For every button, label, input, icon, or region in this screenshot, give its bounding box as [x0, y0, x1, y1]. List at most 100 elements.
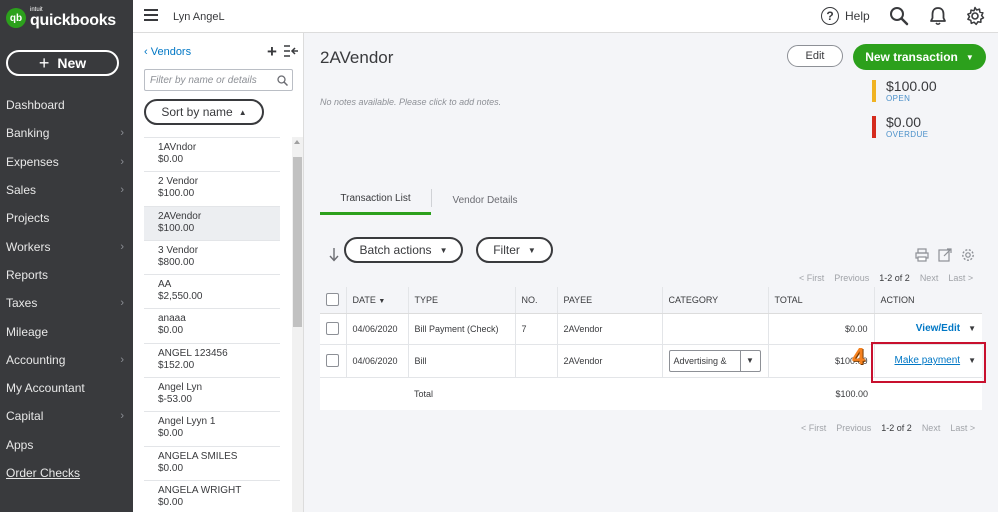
tab-vendor-details[interactable]: Vendor Details [432, 185, 538, 215]
caret-up-icon: ▲ [238, 107, 247, 117]
nav-item-label: My Accountant [6, 381, 85, 396]
batch-actions-button[interactable]: Batch actions ▼ [344, 237, 463, 263]
pager-range: 1-2 of 2 [881, 423, 912, 433]
arrow-down-icon[interactable] [329, 248, 339, 262]
vendor-list-item[interactable]: ANGEL 123456 $152.00 [144, 342, 280, 377]
vendor-list-item[interactable]: AA $2,550.00 [144, 274, 280, 308]
vendor-amount: $0.00 [158, 428, 184, 440]
cell-no [515, 344, 558, 378]
caret-down-icon[interactable]: ▼ [968, 324, 976, 333]
nav-item-capital[interactable]: Capital › [0, 402, 133, 430]
pager-previous[interactable]: Previous [834, 273, 869, 283]
nav-item-expenses[interactable]: Expenses › [0, 148, 133, 176]
nav-item-reports[interactable]: Reports [0, 261, 133, 289]
vendor-amount: $0.00 [158, 154, 184, 165]
vendor-list-item[interactable]: Angel Lyyn 1 $0.00 [144, 411, 280, 445]
vendor-amount: $0.00 [158, 325, 184, 337]
vendor-list-item[interactable]: ANGELA WRIGHT $0.00 [144, 479, 280, 512]
column-header-category[interactable]: CATEGORY [662, 287, 769, 314]
vendor-list-panel: ‹ Vendors + Sort by name ▲ 1AVndor$0.00 … [133, 33, 304, 512]
row-checkbox[interactable] [326, 354, 339, 367]
scrollbar-thumb[interactable] [293, 157, 302, 327]
nav-item-taxes[interactable]: Taxes › [0, 289, 133, 317]
add-vendor-icon[interactable]: + [267, 42, 277, 62]
edit-button[interactable]: Edit [787, 45, 843, 67]
column-header-date[interactable]: DATE ▼ [346, 287, 409, 314]
pager-first[interactable]: < First [801, 423, 826, 433]
pager-next[interactable]: Next [920, 273, 939, 283]
open-label: OPEN [886, 94, 911, 103]
nav-item-order-checks[interactable]: Order Checks [0, 459, 133, 487]
vendor-list-item[interactable]: anaaa $0.00 [144, 308, 280, 342]
category-select[interactable]: Advertising & ▼ [668, 349, 761, 372]
vendor-name: anaaa [158, 313, 186, 325]
vendor-list-item[interactable]: 1AVndor $0.00 [144, 137, 280, 171]
vendor-name: AA [158, 279, 172, 291]
back-to-vendors-link[interactable]: ‹ Vendors [144, 46, 191, 58]
search-icon[interactable] [889, 6, 909, 26]
chevron-right-icon: › [120, 410, 124, 423]
print-icon[interactable] [915, 248, 929, 262]
hamburger-menu-icon[interactable] [144, 9, 158, 21]
new-button-label: New [57, 55, 87, 71]
table-row[interactable]: 04/06/2020 Bill Payment (Check) 7 2AVend… [320, 313, 982, 345]
column-header-total[interactable]: TOTAL [768, 287, 875, 314]
pager-last[interactable]: Last > [950, 423, 975, 433]
nav-item-banking[interactable]: Banking › [0, 119, 133, 147]
scroll-up-arrow-icon[interactable] [294, 140, 300, 144]
column-header-no[interactable]: NO. [515, 287, 558, 314]
total-label: Total [414, 388, 434, 399]
cell-category: Advertising & ▼ [662, 344, 769, 378]
select-all-cell [320, 287, 347, 314]
collapse-panel-icon[interactable] [284, 45, 298, 57]
nav-item-my-accountant[interactable]: My Accountant [0, 374, 133, 402]
new-button[interactable]: + New [6, 50, 119, 76]
vendor-name: ANGELA WRIGHT [158, 484, 242, 496]
pagination-top: < First Previous 1-2 of 2 Next Last > [799, 273, 973, 283]
column-header-type[interactable]: TYPE [408, 287, 516, 314]
vendor-filter-input[interactable] [144, 69, 293, 91]
date-header-label: DATE [352, 294, 376, 305]
gear-icon[interactable] [965, 6, 985, 26]
quickbooks-logo[interactable]: qb intuit quickbooks [6, 7, 116, 29]
chevron-right-icon: › [120, 297, 124, 310]
vendor-list-item[interactable]: 3 Vendor $800.00 [144, 239, 280, 274]
pager-last[interactable]: Last > [948, 273, 973, 283]
pager-first[interactable]: < First [799, 273, 824, 283]
overdue-indicator-bar [872, 116, 876, 138]
column-header-payee[interactable]: PAYEE [557, 287, 663, 314]
nav-item-label: Sales [6, 183, 37, 198]
vendor-list-item[interactable]: ANGELA SMILES $0.00 [144, 445, 280, 480]
settings-gear-icon[interactable] [961, 248, 975, 262]
nav-item-projects[interactable]: Projects [0, 204, 133, 232]
sort-by-name-button[interactable]: Sort by name ▲ [144, 99, 264, 125]
vendor-list-item[interactable]: Angel Lyn $-53.00 [144, 377, 280, 411]
export-icon[interactable] [938, 248, 952, 262]
pager-previous[interactable]: Previous [836, 423, 871, 433]
view-edit-link[interactable]: View/Edit [916, 323, 960, 334]
nav-item-label: Workers [6, 239, 51, 254]
vendor-list-scrollbar[interactable] [292, 137, 303, 512]
sort-desc-icon: ▼ [378, 297, 386, 305]
new-transaction-button[interactable]: New transaction ▼ [853, 44, 986, 70]
vendor-list-item-selected[interactable]: 2AVendor $100.00 [144, 205, 280, 240]
filter-button[interactable]: Filter ▼ [476, 237, 553, 263]
nav-item-dashboard[interactable]: Dashboard [0, 91, 133, 119]
pager-next[interactable]: Next [922, 423, 941, 433]
caret-down-icon[interactable]: ▼ [739, 350, 760, 371]
select-all-checkbox[interactable] [326, 293, 339, 307]
cell-type: Bill [408, 344, 516, 378]
vendor-amount: $152.00 [158, 359, 195, 371]
tab-transaction-list[interactable]: Transaction List [320, 185, 431, 215]
row-checkbox[interactable] [326, 322, 339, 335]
vendor-notes[interactable]: No notes available. Please click to add … [320, 97, 501, 107]
nav-item-label: Reports [6, 267, 49, 282]
nav-item-apps[interactable]: Apps [0, 431, 133, 459]
bell-icon[interactable] [928, 6, 948, 26]
help-button[interactable]: ? Help [821, 7, 870, 25]
nav-item-mileage[interactable]: Mileage [0, 317, 133, 345]
nav-item-accounting[interactable]: Accounting › [0, 346, 133, 374]
vendor-list-item[interactable]: 2 Vendor $100.00 [144, 171, 280, 205]
nav-item-workers[interactable]: Workers › [0, 232, 133, 260]
nav-item-sales[interactable]: Sales › [0, 176, 133, 204]
